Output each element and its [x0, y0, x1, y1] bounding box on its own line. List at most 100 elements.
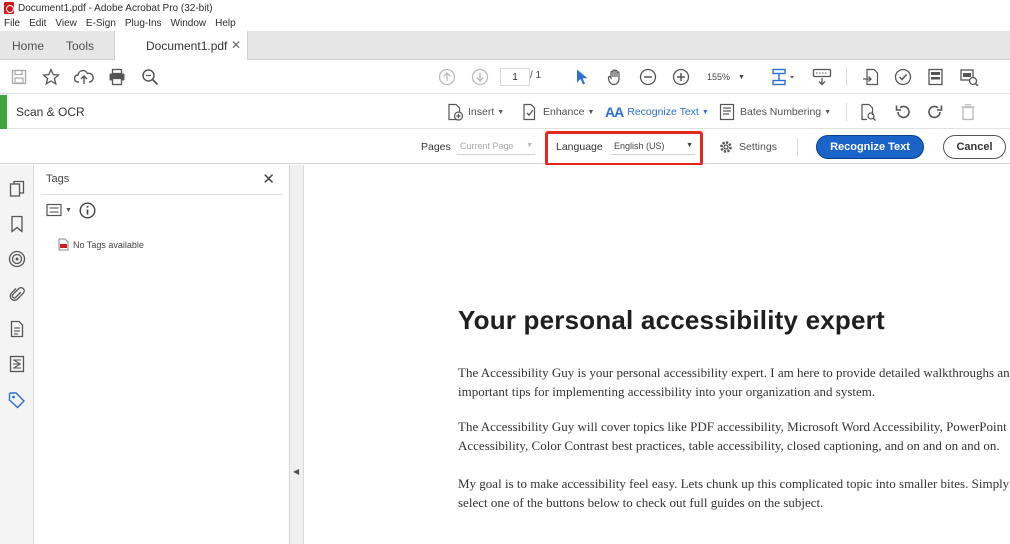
menu-file[interactable]: File	[4, 18, 20, 29]
language-value: English (US)	[614, 140, 665, 151]
language-label: Language	[556, 141, 603, 153]
recognize-text-icon: AA	[605, 104, 624, 120]
bookmark-icon[interactable]	[6, 213, 28, 235]
search-zoom-icon[interactable]	[139, 66, 161, 88]
zoom-level-value: 155%	[707, 72, 731, 82]
zoom-out-icon[interactable]	[637, 66, 659, 88]
tab-document-label: Document1.pdf	[146, 39, 228, 53]
attachments-paperclip-icon[interactable]	[6, 283, 28, 305]
close-icon[interactable]: ✕	[262, 170, 275, 188]
menu-plugins[interactable]: Plug-Ins	[125, 18, 162, 29]
order-reading-icon[interactable]	[6, 353, 28, 375]
window-title: Document1.pdf - Adobe Acrobat Pro (32-bi…	[18, 2, 213, 14]
insert-button[interactable]: Insert ▼	[446, 103, 504, 121]
main-toolbar: 1 / 1 155% ▼	[0, 60, 1010, 94]
recognize-text-button[interactable]: Recognize Text	[816, 135, 924, 159]
document-paragraph: The Accessibility Guy will cover topics …	[458, 419, 1007, 453]
tool-title: Scan & OCR	[16, 105, 85, 119]
zoom-in-icon[interactable]	[670, 66, 692, 88]
settings-button[interactable]: Settings	[718, 138, 777, 156]
chevron-down-icon: ▼	[587, 108, 595, 116]
document-heading: Your personal accessibility expert	[458, 305, 885, 335]
tags-options-menu[interactable]: ▼	[46, 203, 72, 217]
star-icon[interactable]	[40, 66, 62, 88]
tab-bar: Home Tools Document1.pdf ✕	[0, 31, 1010, 61]
tags-icon[interactable]	[6, 389, 28, 411]
pages-dropdown[interactable]: Current Page ▼	[457, 137, 535, 155]
info-icon[interactable]	[79, 202, 96, 219]
recognize-options-bar: Pages Current Page ▼ Language English (U…	[0, 130, 1010, 166]
document-view[interactable]: Your personal accessibility expert The A…	[305, 165, 1010, 544]
save-icon[interactable]	[8, 66, 30, 88]
form-fill-icon[interactable]	[925, 66, 947, 88]
document-paragraph: The Accessibility Guy is your personal a…	[458, 365, 1010, 399]
bates-numbering-icon	[719, 103, 735, 121]
delete-trash-icon[interactable]	[957, 101, 979, 123]
layers-target-icon[interactable]	[6, 248, 28, 270]
print-icon[interactable]	[106, 66, 128, 88]
panel-collapse-gutter[interactable]: ◀	[290, 165, 304, 544]
menu-view[interactable]: View	[55, 18, 77, 29]
page-thumbnails-icon[interactable]	[6, 178, 28, 200]
enhance-icon	[523, 103, 536, 121]
menu-esign[interactable]: E-Sign	[86, 18, 116, 29]
options-list-icon	[46, 203, 62, 217]
chevron-down-icon: ▼	[65, 206, 72, 214]
upload-cloud-icon[interactable]	[73, 66, 95, 88]
tool-color-strip	[0, 95, 7, 129]
previous-page-icon[interactable]	[436, 66, 458, 88]
page-number-input[interactable]: 1	[500, 68, 530, 86]
toolbar-divider	[846, 68, 847, 86]
hand-tool-icon[interactable]	[604, 66, 626, 88]
enhance-button[interactable]: Enhance ▼	[521, 103, 594, 121]
title-bar: Document1.pdf - Adobe Acrobat Pro (32-bi…	[0, 0, 1010, 16]
navigation-rail	[0, 165, 34, 544]
chevron-down-icon: ▼	[738, 73, 745, 81]
pdf-document-icon	[58, 238, 69, 251]
next-page-icon[interactable]	[469, 66, 491, 88]
export-pdf-icon[interactable]	[860, 66, 882, 88]
check-circle-icon[interactable]	[892, 66, 914, 88]
keyboard-scroll-icon[interactable]	[811, 66, 833, 88]
enhance-label: Enhance	[543, 106, 585, 118]
chevron-down-icon: ▼	[497, 108, 505, 116]
menu-bar: File Edit View E-Sign Plug-Ins Window He…	[0, 16, 1010, 31]
bates-numbering-label: Bates Numbering	[740, 106, 822, 118]
recognize-text-menu[interactable]: AA Recognize Text ▼	[605, 103, 709, 121]
zoom-level-dropdown[interactable]: 155% ▼	[702, 68, 750, 86]
page-total: / 1	[530, 70, 542, 81]
settings-label: Settings	[739, 141, 777, 153]
select-pointer-icon[interactable]	[571, 66, 593, 88]
pages-label: Pages	[421, 141, 451, 153]
menu-help[interactable]: Help	[215, 18, 236, 29]
chevron-down-icon: ▼	[526, 142, 533, 149]
menu-edit[interactable]: Edit	[29, 18, 46, 29]
print-production-icon[interactable]	[958, 66, 980, 88]
tags-panel: Tags ✕ ▼ No Tags available	[34, 165, 290, 544]
chevron-down-icon: ▼	[686, 142, 693, 149]
tab-document[interactable]: Document1.pdf ✕	[114, 31, 248, 61]
bates-numbering-button[interactable]: Bates Numbering ▼	[718, 103, 831, 121]
tab-home[interactable]: Home	[12, 31, 44, 60]
panel-divider	[42, 194, 282, 195]
insert-page-icon	[448, 103, 464, 121]
content-page-icon[interactable]	[6, 318, 28, 340]
no-tags-text: No Tags available	[73, 239, 144, 250]
rotate-right-icon[interactable]	[924, 101, 946, 123]
toolbar-divider	[846, 103, 847, 121]
menu-window[interactable]: Window	[171, 18, 207, 29]
tab-close-icon[interactable]: ✕	[231, 38, 241, 52]
page-search-icon[interactable]	[857, 101, 879, 123]
tags-panel-title: Tags	[46, 173, 70, 185]
language-dropdown[interactable]: English (US) ▼	[611, 137, 695, 155]
page-fit-icon[interactable]	[768, 66, 798, 88]
no-tags-message: No Tags available	[58, 238, 144, 251]
recognize-text-label: Recognize Text	[627, 106, 699, 118]
tab-tools[interactable]: Tools	[66, 31, 94, 60]
collapse-arrow-icon[interactable]: ◀	[293, 467, 299, 476]
insert-label: Insert	[468, 106, 495, 118]
chevron-down-icon: ▼	[824, 108, 832, 116]
document-paragraph: My goal is to make accessibility feel ea…	[458, 476, 1010, 510]
rotate-left-icon[interactable]	[892, 101, 914, 123]
cancel-button[interactable]: Cancel	[943, 135, 1006, 159]
